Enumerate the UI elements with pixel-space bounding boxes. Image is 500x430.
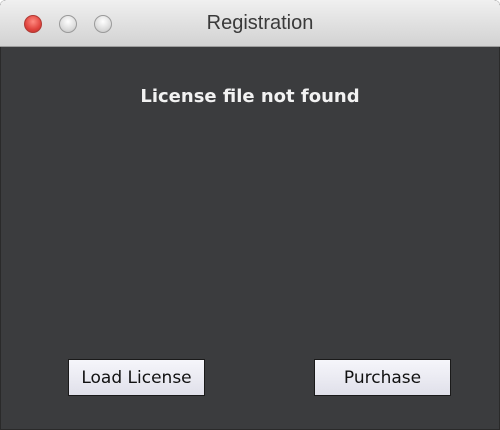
load-license-button[interactable]: Load License [68, 359, 205, 396]
license-status-message: License file not found [140, 86, 360, 107]
title-bar[interactable]: Registration [0, 0, 500, 47]
window-title: Registration [206, 12, 314, 34]
close-button-icon[interactable] [24, 15, 42, 33]
registration-window: Registration License file not found Load… [0, 0, 500, 430]
zoom-button-icon[interactable] [94, 15, 112, 33]
minimize-button-icon[interactable] [59, 15, 77, 33]
purchase-button[interactable]: Purchase [314, 359, 451, 396]
